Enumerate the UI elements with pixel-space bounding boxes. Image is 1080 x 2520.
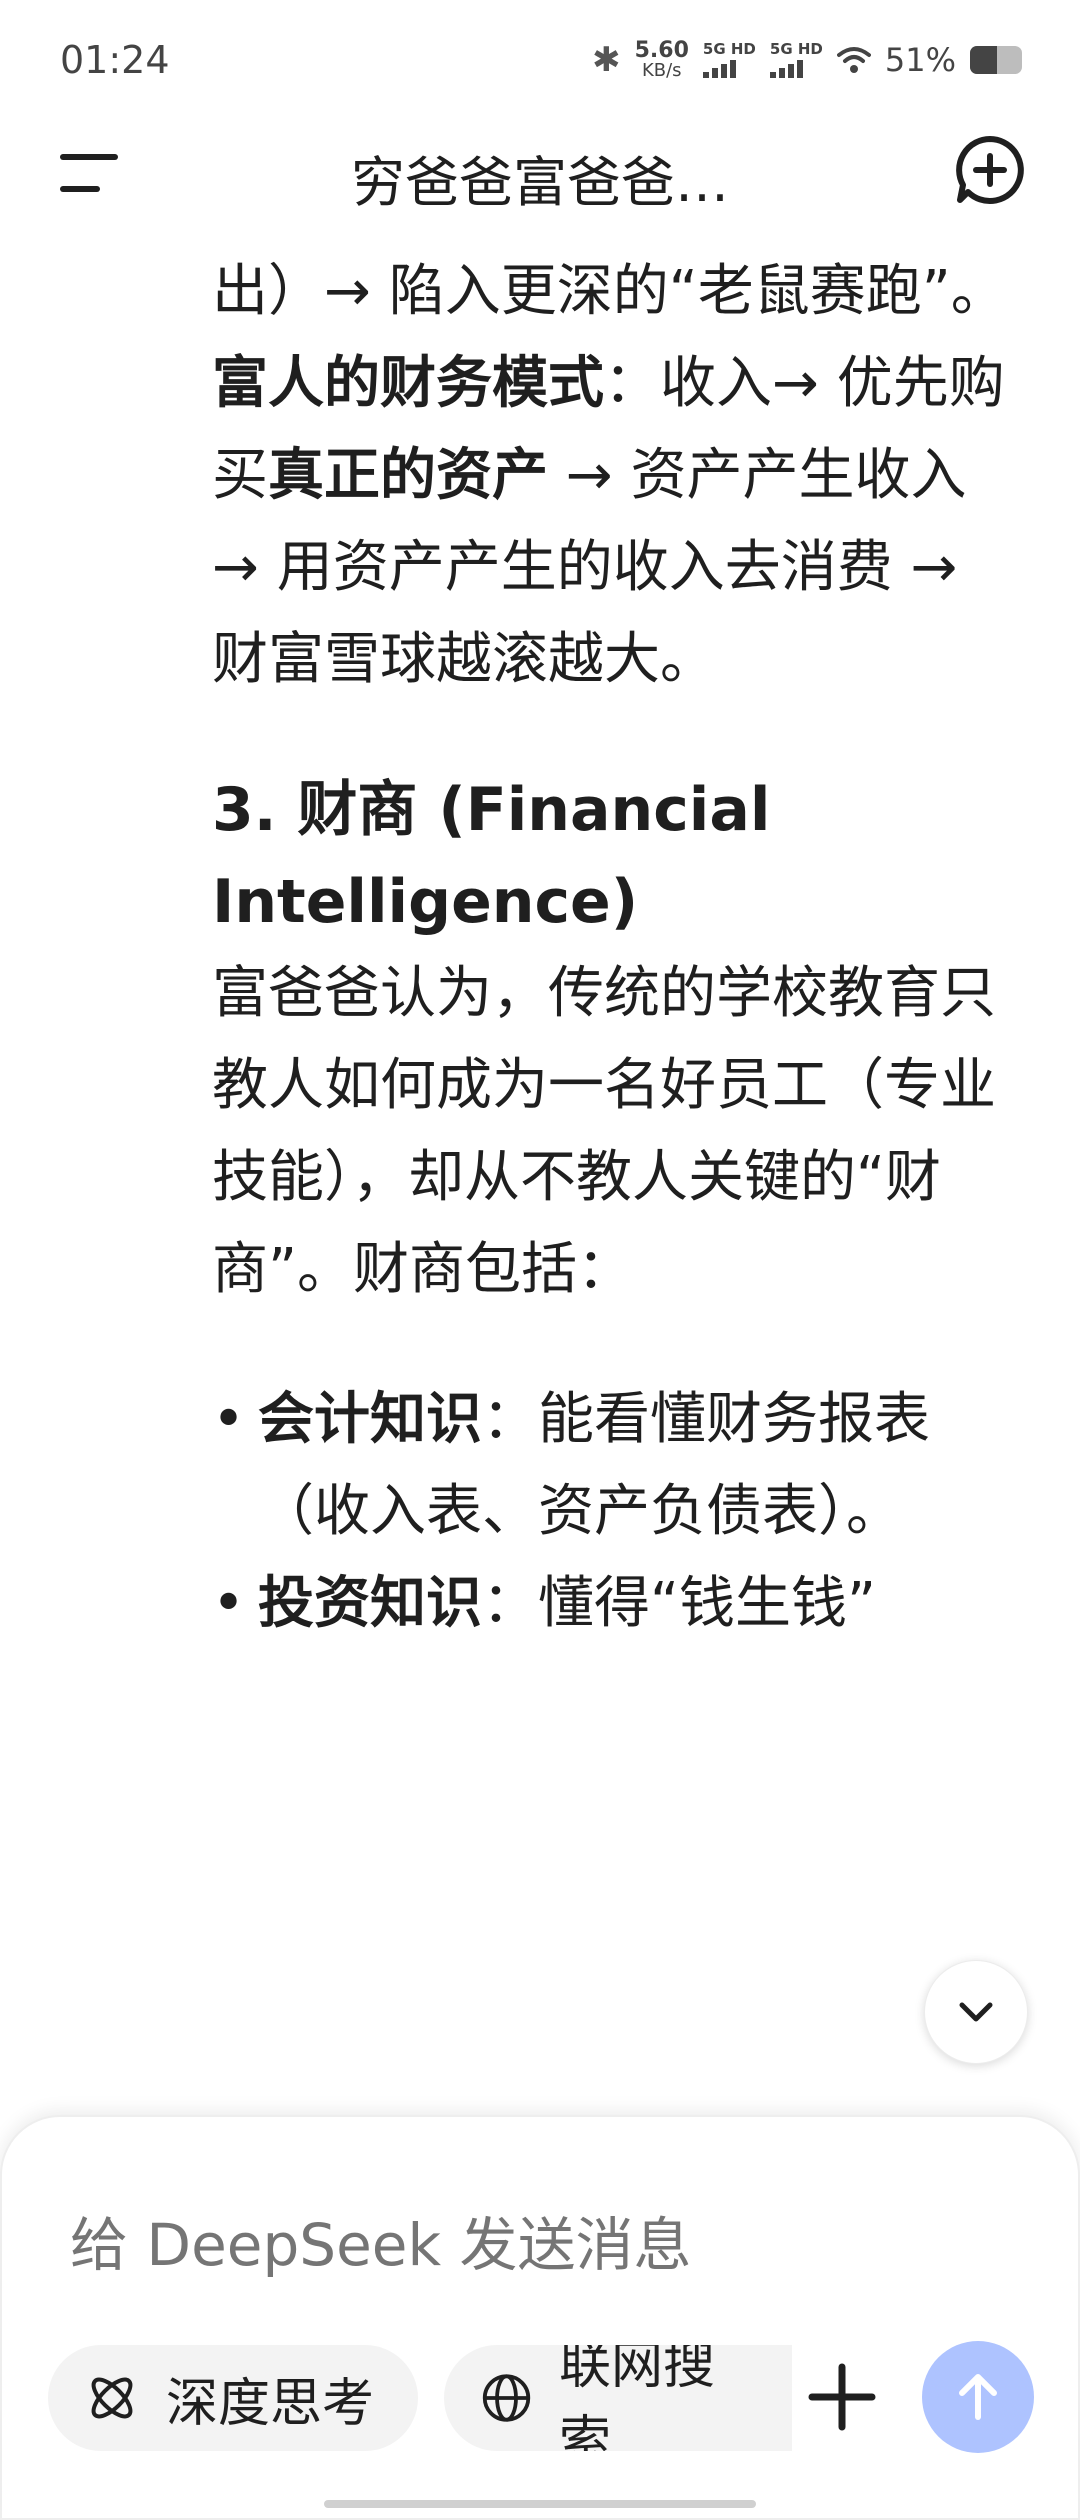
web-search-label: 联网搜索 (559, 2345, 716, 2451)
atom-icon (91, 2377, 133, 2419)
page-title: 穷爸爸富爸爸… (351, 151, 729, 214)
globe-icon (482, 2374, 531, 2422)
sim1-signal: 5G HD (702, 40, 756, 78)
web-search-toggle[interactable]: 联网搜索 (444, 2345, 792, 2451)
scroll-to-bottom-button[interactable] (924, 1960, 1028, 2064)
send-button[interactable] (922, 2341, 1034, 2453)
network-speed-value: 5.60 (634, 38, 689, 63)
bold-text: 真正的资产 (268, 443, 548, 508)
list-item: 投资知识：懂得“钱生钱” (212, 1558, 1022, 1650)
network-speed-unit: KB/s (641, 60, 682, 81)
rich-pattern-paragraph: 富人的财务模式：收入→ 优先购买真正的资产 → 资产产生收入 → 用资产产生的收… (212, 338, 1022, 706)
home-indicator[interactable] (324, 2500, 756, 2508)
bold-text: 投资知识 (258, 1571, 482, 1636)
bold-text: 会计知识 (258, 1387, 482, 1452)
chevron-down-icon (959, 2002, 993, 2022)
list-item-text: ：懂得“钱生钱” (482, 1571, 877, 1636)
deep-think-toggle[interactable]: 深度思考 (48, 2345, 418, 2451)
signal-bars-icon (702, 60, 736, 78)
status-bar: 01:24 ✱ 5.60 KB/s 5G HD 5G HD 51% (0, 0, 1080, 120)
battery-percent: 51% (884, 41, 956, 79)
section-paragraph: 富爸爸认为，传统的学校教育只教人如何成为一名好员工（专业技能），却从不教人关键的… (212, 961, 996, 1302)
deep-think-label: 深度思考 (166, 2373, 375, 2434)
plus-icon (808, 2363, 876, 2431)
sim1-label: 5G HD (702, 40, 756, 58)
signal-bars-icon (769, 60, 803, 78)
bold-text: 富人的财务模式 (212, 351, 604, 416)
message-composer: 深度思考 联网搜索 (0, 2115, 1080, 2520)
list-item: 会计知识：能看懂财务报表（收入表、资产负债表）。 (212, 1374, 1022, 1558)
attach-button[interactable] (802, 2357, 882, 2437)
menu-button[interactable] (60, 148, 130, 198)
battery-icon (970, 46, 1022, 74)
app-header: 穷爸爸富爸爸… (0, 120, 1080, 220)
section-heading: 3. 财商 (Financial Intelligence) (212, 775, 771, 937)
battery-level-fill (970, 46, 997, 74)
new-chat-button[interactable] (954, 134, 1026, 206)
message-text: 出）→ 陷入更深的“老鼠赛跑”。 (212, 259, 1007, 324)
sim2-label: 5G HD (769, 40, 823, 58)
network-speed: 5.60 KB/s (635, 40, 689, 80)
status-icons: ✱ 5.60 KB/s 5G HD 5G HD 51% (592, 40, 1022, 80)
arrow-up-icon (959, 2374, 997, 2420)
bullet-list: 会计知识：能看懂财务报表（收入表、资产负债表）。 投资知识：懂得“钱生钱” (212, 1374, 1022, 1650)
status-time: 01:24 (60, 38, 170, 82)
bluetooth-icon: ✱ (592, 40, 621, 80)
new-chat-icon (956, 136, 1024, 204)
assistant-message: 出）→ 陷入更深的“老鼠赛跑”。 富人的财务模式：收入→ 优先购买真正的资产 →… (212, 246, 1022, 1650)
wifi-icon (836, 47, 871, 73)
sim2-signal: 5G HD (769, 40, 823, 78)
message-input[interactable] (70, 2205, 970, 2285)
